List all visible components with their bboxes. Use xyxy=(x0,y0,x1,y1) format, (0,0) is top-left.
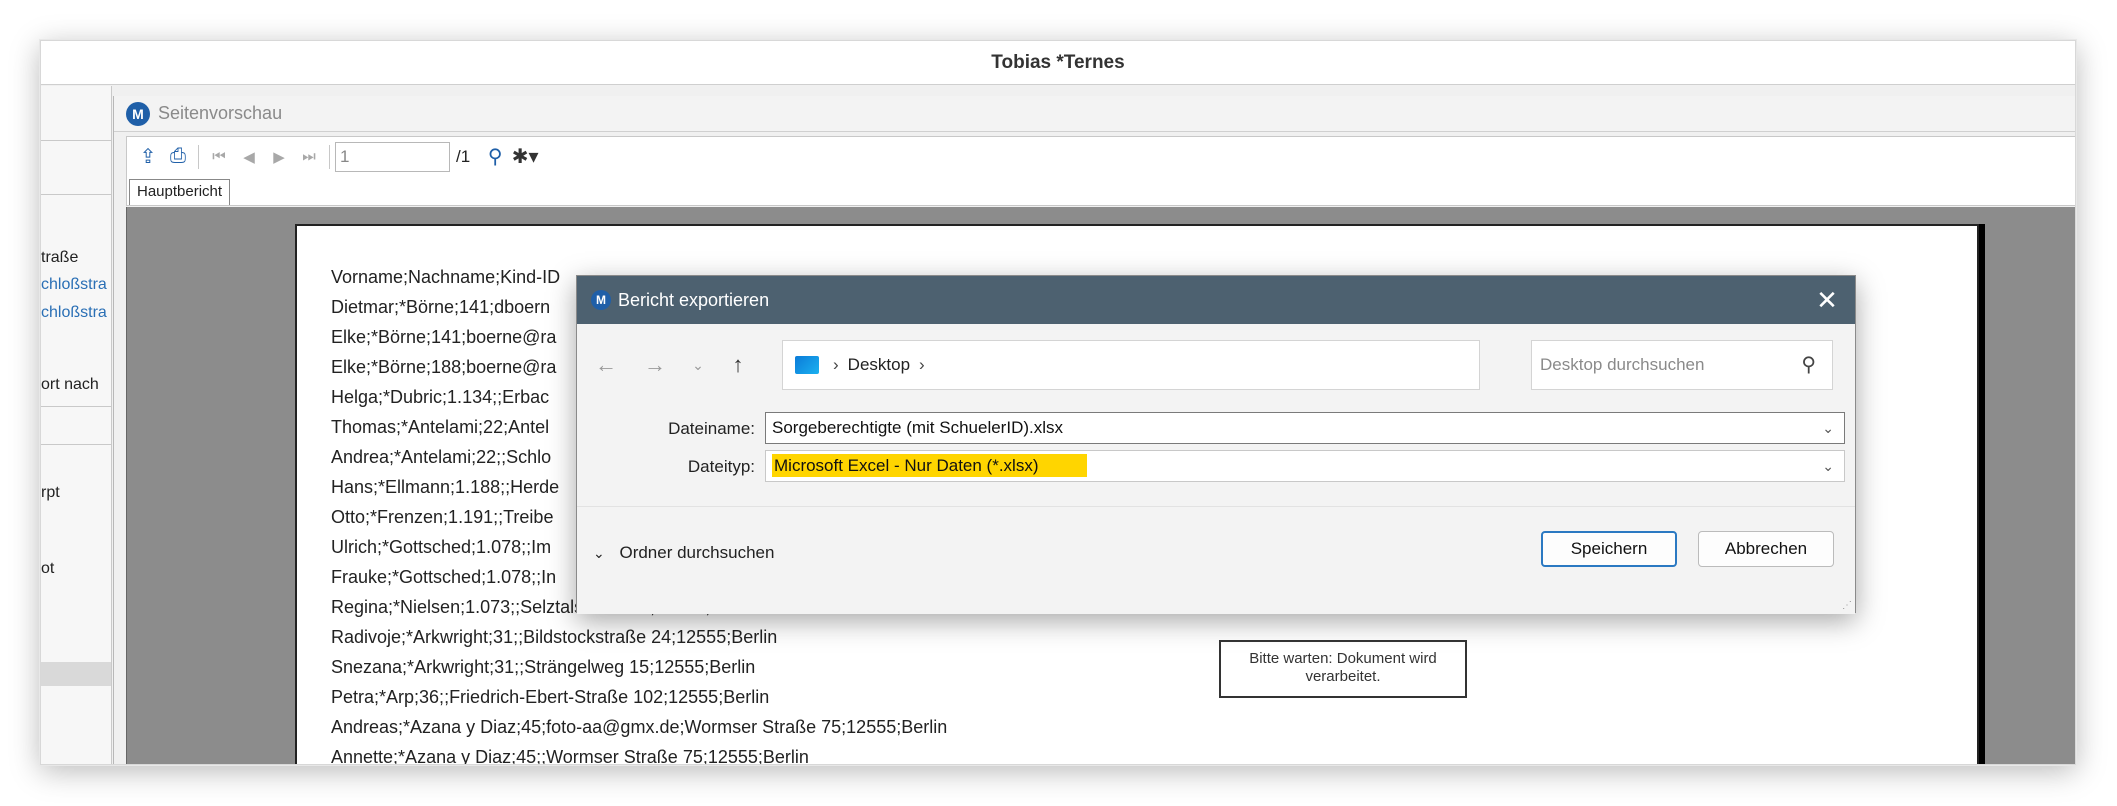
search-icon[interactable]: ⚲ xyxy=(1801,341,1816,389)
next-page-icon[interactable]: ▶ xyxy=(264,143,294,171)
report-row: Radivoje;*Arkwright;31;;Bildstockstraße … xyxy=(331,627,778,647)
selected-row[interactable] xyxy=(41,662,111,686)
browse-folders-label[interactable]: Ordner durchsuchen xyxy=(619,543,774,562)
panel-divider xyxy=(41,194,111,195)
chevron-right-icon: › xyxy=(833,355,839,374)
wait-message: Bitte warten: Dokument wird verarbeitet. xyxy=(1219,640,1467,698)
panel-divider xyxy=(41,406,111,407)
panel-divider xyxy=(41,140,111,141)
address-bar[interactable]: › Desktop › ⌄ ↻ xyxy=(782,340,1677,390)
print-icon[interactable]: ⎙ xyxy=(163,143,193,171)
left-panel-item[interactable]: chloßstra xyxy=(41,276,107,294)
save-button[interactable]: Speichern xyxy=(1541,531,1677,567)
left-panel-item[interactable]: ort nach xyxy=(41,376,99,394)
dialog-title: Bericht exportieren xyxy=(618,289,770,310)
up-arrow-icon[interactable]: ↑ xyxy=(725,352,751,378)
window-title: Tobias *Ternes xyxy=(41,41,2075,85)
chevron-down-icon[interactable]: ⌄ xyxy=(593,545,605,561)
left-panel-item[interactable]: chloßstra xyxy=(41,304,107,322)
search-placeholder: Desktop durchsuchen xyxy=(1540,355,1705,374)
page-total: /1 xyxy=(456,146,471,166)
toolbar-separator xyxy=(329,144,330,169)
chevron-right-icon[interactable]: › xyxy=(919,355,925,375)
close-icon[interactable]: ✕ xyxy=(1813,286,1841,314)
app-logo-icon: M xyxy=(126,101,150,126)
dialog-titlebar: M Bericht exportieren ✕ xyxy=(577,276,1855,324)
first-page-icon[interactable]: ⏮ xyxy=(204,143,234,171)
left-panel: traße chloßstra chloßstra ort nach rpt o… xyxy=(41,86,112,764)
filename-value[interactable]: Sorgeberechtigte (mit SchuelerID).xlsx xyxy=(772,418,1063,437)
address-location[interactable]: Desktop xyxy=(848,355,910,375)
recent-locations-chevron-icon[interactable]: ⌄ xyxy=(685,352,711,378)
left-panel-item[interactable]: rpt xyxy=(41,484,60,502)
resize-grip-icon[interactable]: ⋰ xyxy=(1842,600,1852,611)
report-row: Annette;*Azana y Diaz;45;;Wormser Straße… xyxy=(331,747,809,765)
filetype-select[interactable]: Microsoft Excel - Nur Daten (*.xlsx) ⌄ xyxy=(765,450,1845,482)
previous-page-icon[interactable]: ◀ xyxy=(234,143,264,171)
desktop-folder-icon xyxy=(795,356,819,374)
cancel-button[interactable]: Abbrechen xyxy=(1698,531,1834,567)
dialog-footer: ⌄ Ordner durchsuchen Speichern Abbrechen… xyxy=(577,506,1855,614)
back-arrow-icon[interactable]: ← xyxy=(593,352,619,378)
chevron-down-icon[interactable]: ⌄ xyxy=(1822,413,1834,443)
preview-titlebar: M Seitenvorschau xyxy=(114,96,2075,132)
report-row: Petra;*Arp;36;;Friedrich-Ebert-Straße 10… xyxy=(331,687,770,707)
preview-toolbar: ⇪ ⎙ ⏮ ◀ ▶ ⏭ 1 /1 ⚲ ✱▾ xyxy=(126,136,2075,176)
left-panel-item[interactable]: traße xyxy=(41,249,78,267)
dialog-navigation: ← → ⌄ ↑ › Desktop › ⌄ ↻ Desktop durchsuc… xyxy=(577,324,1855,406)
page-number-input[interactable]: 1 xyxy=(335,141,450,172)
report-tabstrip: Hauptbericht xyxy=(126,176,2075,206)
last-page-icon[interactable]: ⏭ xyxy=(294,143,324,171)
export-dialog: M Bericht exportieren ✕ ← → ⌄ ↑ › Deskto… xyxy=(576,275,1856,614)
browse-folders-toggle[interactable]: ⌄ Ordner durchsuchen xyxy=(593,543,774,563)
left-panel-item[interactable]: ot xyxy=(41,560,54,578)
dialog-form: Dateiname: Sorgeberechtigte (mit Schuele… xyxy=(577,406,1855,506)
forward-arrow-icon[interactable]: → xyxy=(642,352,668,378)
app-logo-icon: M xyxy=(591,290,611,310)
panel-divider xyxy=(41,444,111,445)
export-icon[interactable]: ⇪ xyxy=(133,143,163,171)
report-row: Andreas;*Azana y Diaz;45;foto-aa@gmx.de;… xyxy=(331,717,948,737)
filetype-value[interactable]: Microsoft Excel - Nur Daten (*.xlsx) xyxy=(772,454,1087,477)
filename-field[interactable]: Sorgeberechtigte (mit SchuelerID).xlsx ⌄ xyxy=(765,412,1845,444)
chevron-down-icon[interactable]: ⌄ xyxy=(1822,451,1834,481)
preview-title: Seitenvorschau xyxy=(158,103,283,123)
tab-hauptbericht[interactable]: Hauptbericht xyxy=(129,179,231,205)
magic-wand-icon[interactable]: ✱▾ xyxy=(510,143,540,171)
toolbar-separator xyxy=(198,144,199,169)
binoculars-icon[interactable]: ⚲ xyxy=(480,143,510,171)
report-row: Snezana;*Arkwright;31;;Strängelweg 15;12… xyxy=(331,657,756,677)
filetype-label: Dateityp: xyxy=(687,457,755,476)
filename-label: Dateiname: xyxy=(668,419,755,438)
search-input[interactable]: Desktop durchsuchen ⚲ xyxy=(1531,340,1833,390)
